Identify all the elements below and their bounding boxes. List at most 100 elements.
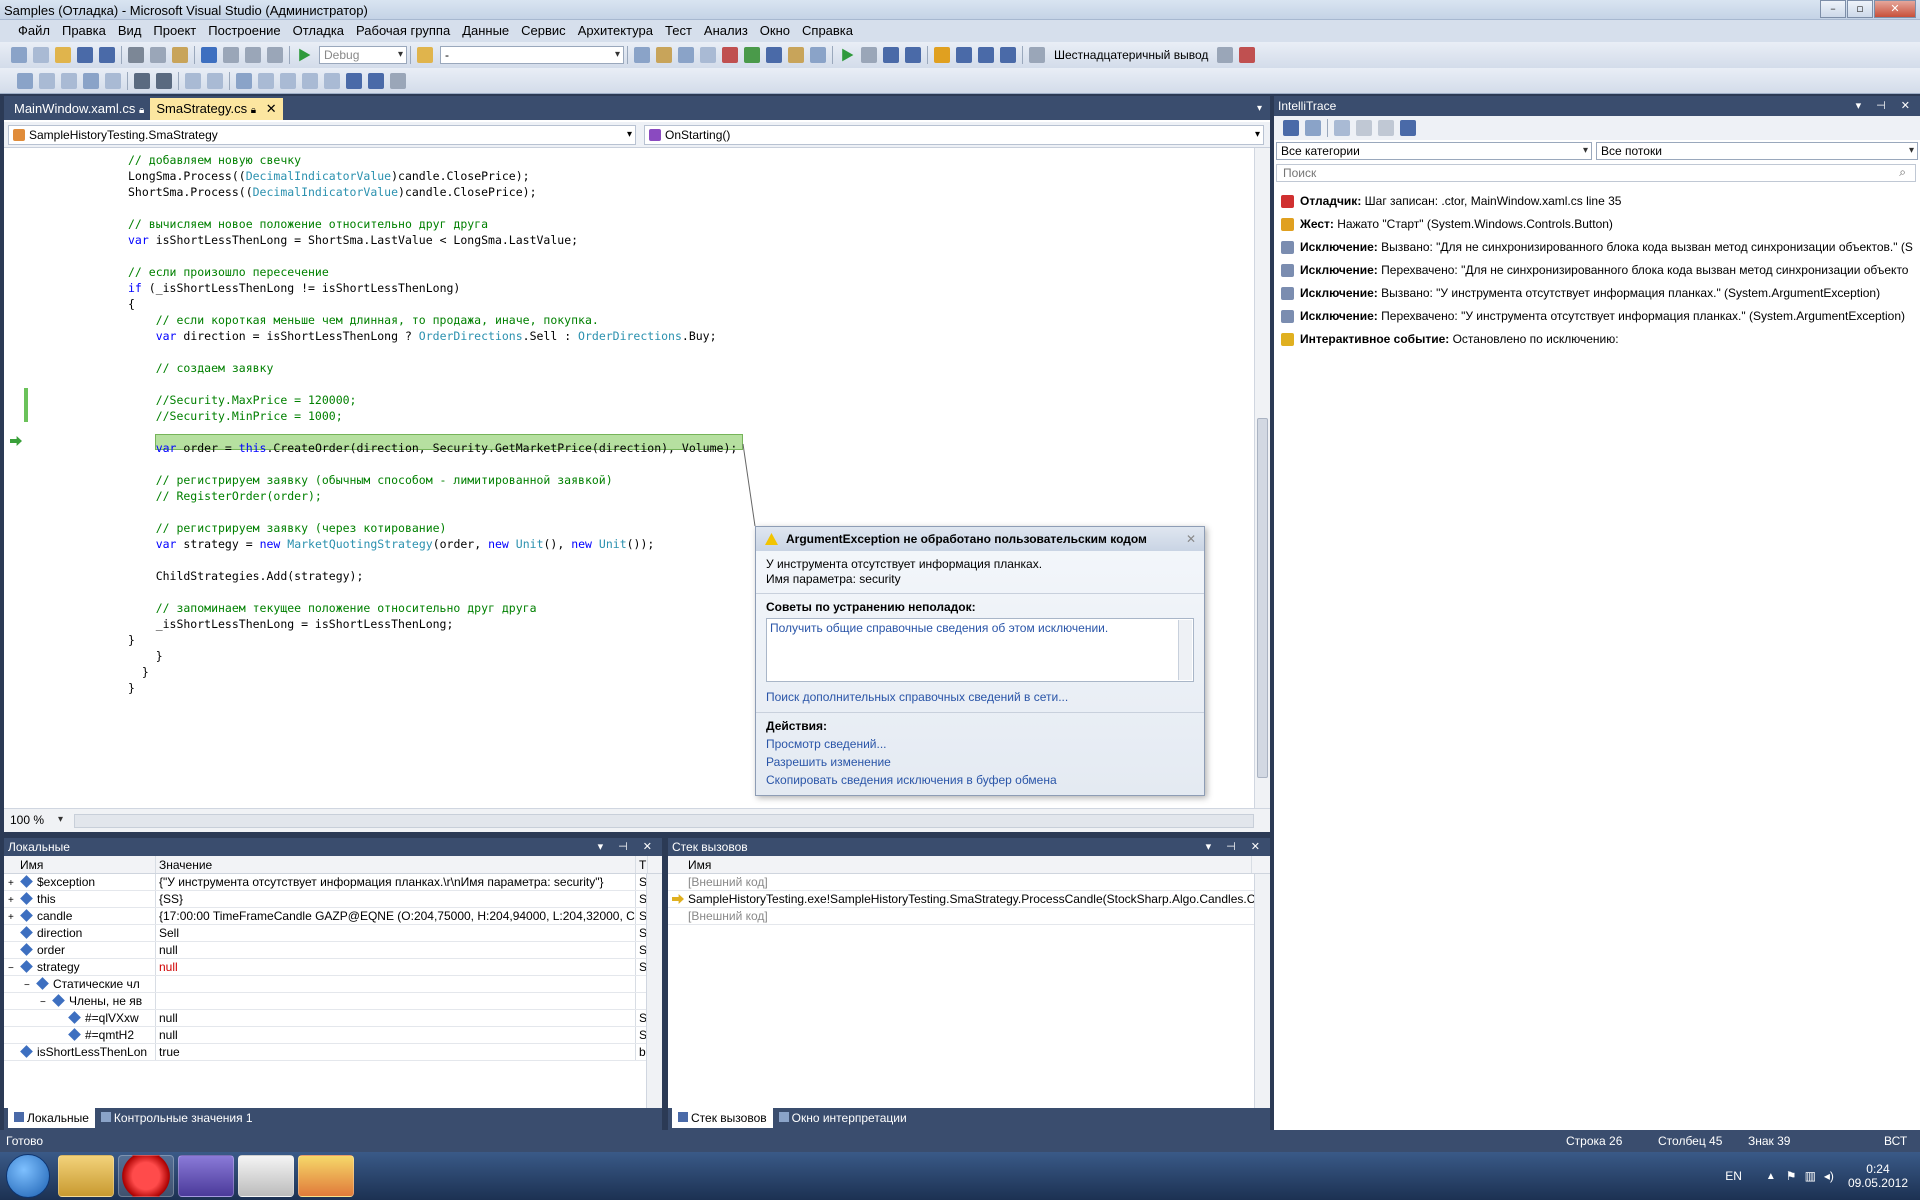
trace-event[interactable]: Исключение: Вызвано: "У инструмента отсу…: [1274, 282, 1920, 305]
locals-scrollbar[interactable]: [646, 874, 662, 1108]
network-icon[interactable]: ▥: [1805, 1169, 1816, 1183]
menu-data[interactable]: Данные: [456, 20, 515, 42]
expand-toggle-icon[interactable]: −: [8, 960, 20, 975]
clear-bookmarks-icon[interactable]: [390, 72, 406, 89]
events-view-icon[interactable]: [1283, 120, 1299, 136]
expand-toggle-icon[interactable]: +: [8, 909, 20, 924]
open-log-icon[interactable]: [1356, 120, 1372, 136]
maximize-button[interactable]: ▫: [1847, 0, 1873, 18]
config-select[interactable]: Debug: [319, 46, 407, 64]
zoom-select[interactable]: 100 %: [6, 812, 66, 830]
trace-event[interactable]: Исключение: Вызвано: "Для не синхронизир…: [1274, 236, 1920, 259]
panel-buttons-icon[interactable]: ▾ ⊣ ✕: [598, 838, 658, 856]
menu-file[interactable]: Файл: [0, 20, 56, 42]
menu-project[interactable]: Проект: [147, 20, 202, 42]
close-icon[interactable]: ✕: [1186, 527, 1196, 551]
step-over-icon[interactable]: [978, 47, 994, 63]
trace-event[interactable]: Интерактивное событие: Остановлено по ис…: [1274, 328, 1920, 351]
variable-value[interactable]: null: [156, 942, 636, 958]
callstack-row[interactable]: SampleHistoryTesting.exe!SampleHistoryTe…: [668, 891, 1270, 908]
output-icon[interactable]: [766, 47, 782, 63]
variable-value[interactable]: [156, 993, 636, 1009]
trace-event[interactable]: Исключение: Перехвачено: "У инструмента …: [1274, 305, 1920, 328]
start-page-icon[interactable]: [744, 47, 760, 63]
minimize-button[interactable]: –: [1820, 0, 1846, 18]
menu-window[interactable]: Окно: [754, 20, 796, 42]
settings-icon[interactable]: [1334, 120, 1350, 136]
exceptions-icon[interactable]: [1239, 47, 1256, 63]
locals-row[interactable]: − Статические чл: [4, 976, 662, 993]
save-log-icon[interactable]: [1400, 120, 1416, 136]
start-button[interactable]: [6, 1154, 50, 1198]
col-value[interactable]: Значение: [156, 856, 636, 873]
toolbox-icon[interactable]: [700, 47, 716, 63]
tab-smastrategy[interactable]: SmaStrategy.cs 🔒︎ ✕: [150, 98, 283, 120]
prev-bookmark-folder-icon[interactable]: [302, 72, 318, 89]
prev-bookmark-doc-icon[interactable]: [346, 72, 362, 89]
language-indicator[interactable]: EN: [1725, 1169, 1742, 1183]
properties-icon[interactable]: [656, 47, 672, 63]
threads-select[interactable]: Все потоки: [1596, 142, 1918, 160]
refresh-icon[interactable]: [1378, 120, 1394, 136]
menu-view[interactable]: Вид: [112, 20, 148, 42]
menu-edit[interactable]: Правка: [56, 20, 112, 42]
horizontal-scrollbar[interactable]: [74, 813, 1254, 828]
command-window-icon[interactable]: [810, 47, 826, 63]
expand-toggle-icon[interactable]: +: [8, 875, 20, 890]
callstack-row[interactable]: [Внешний код]: [668, 908, 1270, 925]
restart-icon[interactable]: [905, 47, 921, 63]
calls-view-icon[interactable]: [1305, 120, 1321, 136]
tips-scrollbar[interactable]: [1178, 620, 1192, 680]
locals-row[interactable]: + $exception {"У инструмента отсутствует и…: [4, 874, 662, 891]
col-type[interactable]: Т: [636, 856, 648, 873]
bookmark-icon[interactable]: [236, 72, 252, 89]
variable-value[interactable]: {17:00:00 TimeFrameCandle GAZP@EQNE (O:2…: [156, 908, 636, 924]
decrease-indent-icon[interactable]: [134, 72, 150, 89]
flag-icon[interactable]: ⚑: [1786, 1169, 1797, 1183]
locals-row[interactable]: + candle {17:00:00 TimeFrameCandle GAZP@EQ…: [4, 908, 662, 925]
tab-overflow-icon[interactable]: ▾: [1257, 103, 1262, 114]
quick-info-icon[interactable]: [61, 72, 77, 89]
object-browser-icon[interactable]: [678, 47, 694, 63]
platform-select[interactable]: -: [440, 46, 624, 64]
start-debug-icon[interactable]: [299, 48, 311, 62]
menu-team[interactable]: Рабочая группа: [350, 20, 456, 42]
search-online-link[interactable]: Поиск дополнительных справочных сведений…: [766, 690, 1194, 704]
callstack-scrollbar[interactable]: [1254, 874, 1270, 1108]
prev-bookmark-icon[interactable]: [258, 72, 274, 89]
comment-icon[interactable]: [185, 72, 201, 89]
increase-indent-icon[interactable]: [156, 72, 172, 89]
menu-tools[interactable]: Сервис: [515, 20, 572, 42]
variable-value[interactable]: null: [156, 1027, 636, 1043]
volume-icon[interactable]: ◂): [1824, 1169, 1834, 1183]
panel-buttons-icon[interactable]: ▾ ⊣ ✕: [1206, 838, 1266, 856]
trace-event[interactable]: Исключение: Перехвачено: "Для не синхрон…: [1274, 259, 1920, 282]
categories-select[interactable]: Все категории: [1276, 142, 1592, 160]
new-project-icon[interactable]: [11, 47, 27, 63]
trace-event[interactable]: Жест: Нажато "Старт" (System.Windows.Con…: [1274, 213, 1920, 236]
expand-toggle-icon[interactable]: +: [8, 892, 20, 907]
stop-icon[interactable]: [883, 47, 899, 63]
breakpoints-icon[interactable]: [1217, 47, 1234, 63]
variable-value[interactable]: null: [156, 1010, 636, 1026]
tools-icon[interactable]: [722, 47, 738, 63]
show-next-statement-icon[interactable]: [934, 47, 950, 63]
close-tab-icon[interactable]: ✕: [266, 101, 277, 116]
menu-architecture[interactable]: Архитектура: [572, 20, 659, 42]
step-into-icon[interactable]: [956, 47, 972, 63]
next-bookmark-doc-icon[interactable]: [368, 72, 384, 89]
paint-taskbar-icon[interactable]: [298, 1155, 354, 1197]
type-dropdown[interactable]: SampleHistoryTesting.SmaStrategy: [8, 125, 636, 145]
variable-value[interactable]: Sell: [156, 925, 636, 941]
paste-icon[interactable]: [172, 47, 188, 63]
navigate-forward-icon[interactable]: [267, 47, 283, 63]
step-out-icon[interactable]: [1000, 47, 1016, 63]
navigate-icon[interactable]: [245, 47, 261, 63]
tab-callstack[interactable]: Стек вызовов: [672, 1108, 773, 1128]
opera-taskbar-icon[interactable]: [118, 1155, 174, 1197]
menu-build[interactable]: Построение: [202, 20, 286, 42]
locals-row[interactable]: isShortLessThenLon true b: [4, 1044, 662, 1061]
tab-immediate[interactable]: Окно интерпретации: [773, 1108, 913, 1128]
explorer-taskbar-icon[interactable]: [58, 1155, 114, 1197]
expand-toggle-icon[interactable]: −: [40, 994, 52, 1009]
